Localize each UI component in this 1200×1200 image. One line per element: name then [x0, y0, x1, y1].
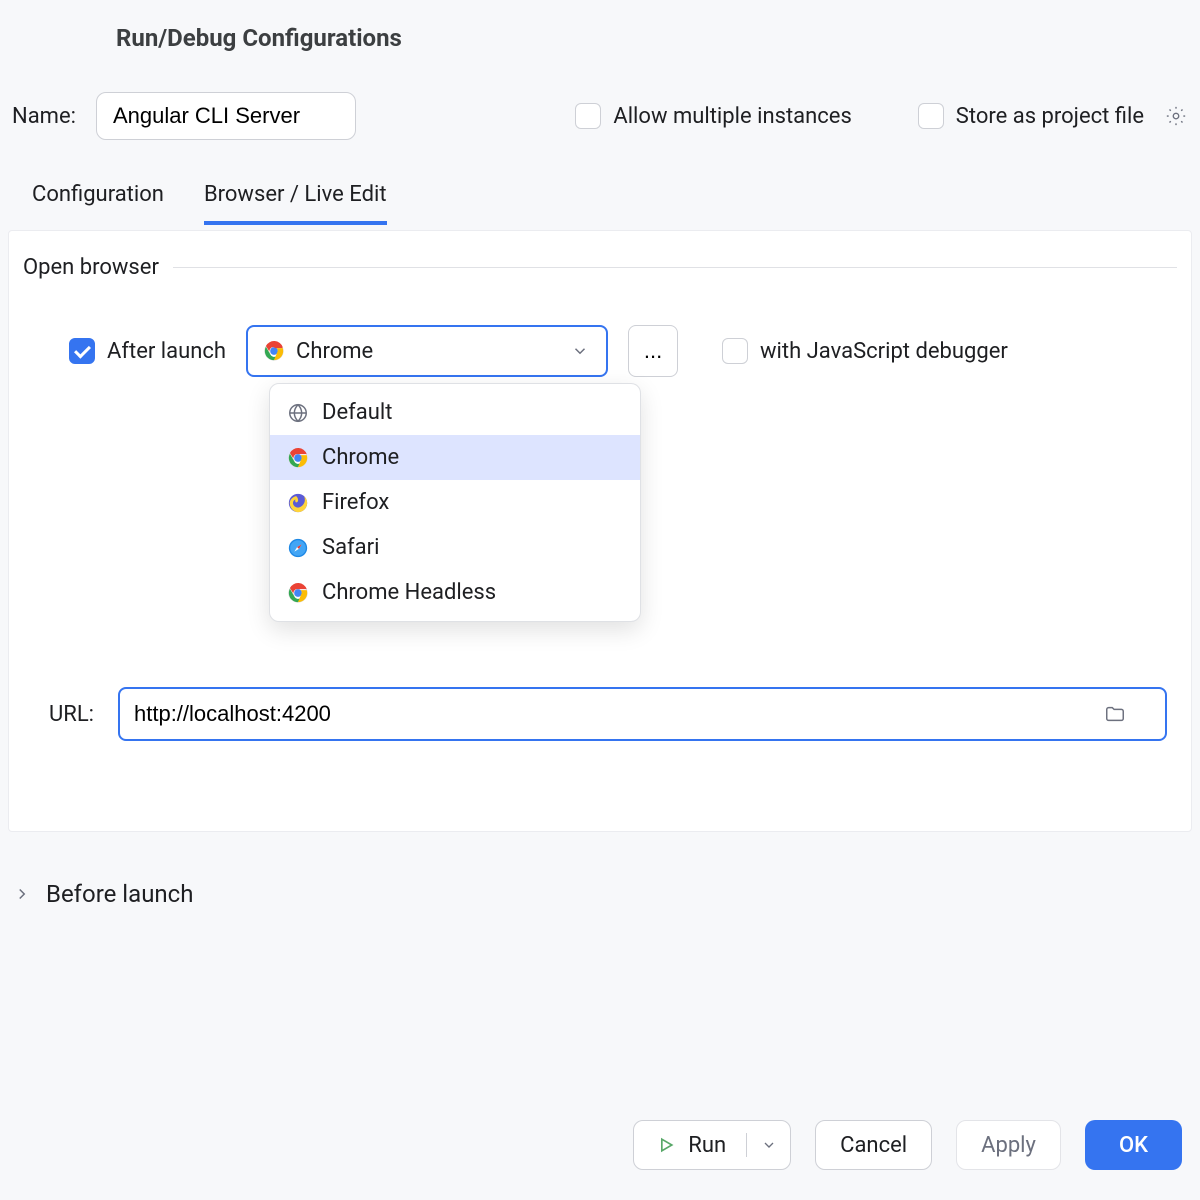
run-button-label: Run — [688, 1133, 726, 1158]
name-label: Name: — [12, 104, 76, 129]
store-as-project-checkbox[interactable]: Store as project file — [918, 103, 1144, 129]
name-input[interactable] — [96, 92, 356, 140]
checkbox-unchecked-icon — [575, 103, 601, 129]
checkbox-checked-icon — [69, 338, 95, 364]
before-launch-section[interactable]: Before launch — [10, 880, 193, 908]
with-js-debugger-checkbox[interactable]: with JavaScript debugger — [722, 338, 1008, 364]
folder-icon[interactable] — [1103, 702, 1127, 726]
after-launch-checkbox[interactable]: After launch — [69, 338, 226, 364]
url-input[interactable] — [118, 687, 1167, 741]
chrome-icon — [286, 581, 310, 605]
dialog-title: Run/Debug Configurations — [116, 24, 402, 52]
chevron-right-icon — [10, 882, 34, 906]
tab-browser-live-edit[interactable]: Browser / Live Edit — [204, 182, 387, 225]
after-launch-label: After launch — [107, 339, 226, 364]
tab-configuration[interactable]: Configuration — [32, 182, 164, 225]
dropdown-item-chrome[interactable]: Chrome — [270, 435, 640, 480]
browser-more-button[interactable]: ... — [628, 325, 678, 377]
allow-multiple-checkbox[interactable]: Allow multiple instances — [575, 103, 851, 129]
globe-icon — [286, 401, 310, 425]
allow-multiple-label: Allow multiple instances — [613, 104, 851, 129]
browser-select[interactable]: Chrome — [246, 325, 608, 377]
before-launch-label: Before launch — [46, 880, 193, 908]
store-as-project-label: Store as project file — [956, 104, 1144, 129]
safari-icon — [286, 536, 310, 560]
dropdown-item-label: Chrome — [322, 445, 399, 470]
dropdown-item-label: Firefox — [322, 490, 389, 515]
chrome-icon — [262, 339, 286, 363]
run-split-button[interactable] — [746, 1133, 790, 1157]
dropdown-item-label: Default — [322, 400, 392, 425]
gear-icon[interactable] — [1164, 104, 1188, 128]
chevron-down-icon — [757, 1133, 781, 1157]
dropdown-item-safari[interactable]: Safari — [270, 525, 640, 570]
dropdown-item-label: Safari — [322, 535, 379, 560]
browser-select-value: Chrome — [296, 339, 373, 364]
with-js-debugger-label: with JavaScript debugger — [760, 339, 1008, 364]
chrome-icon — [286, 446, 310, 470]
apply-button[interactable]: Apply — [956, 1120, 1061, 1170]
checkbox-unchecked-icon — [722, 338, 748, 364]
section-divider — [173, 267, 1177, 268]
play-icon — [654, 1133, 678, 1157]
open-browser-section-label: Open browser — [23, 255, 159, 280]
dropdown-item-chrome-headless[interactable]: Chrome Headless — [270, 570, 640, 615]
chevron-down-icon — [568, 339, 592, 363]
url-label: URL: — [49, 702, 94, 727]
dropdown-item-label: Chrome Headless — [322, 580, 496, 605]
browser-dropdown: Default Chrome Firefox Safari Chrome Hea… — [269, 383, 641, 622]
checkbox-unchecked-icon — [918, 103, 944, 129]
firefox-icon — [286, 491, 310, 515]
dropdown-item-firefox[interactable]: Firefox — [270, 480, 640, 525]
cancel-button[interactable]: Cancel — [815, 1120, 932, 1170]
run-button[interactable]: Run — [633, 1120, 791, 1170]
dropdown-item-default[interactable]: Default — [270, 390, 640, 435]
ok-button[interactable]: OK — [1085, 1120, 1182, 1170]
